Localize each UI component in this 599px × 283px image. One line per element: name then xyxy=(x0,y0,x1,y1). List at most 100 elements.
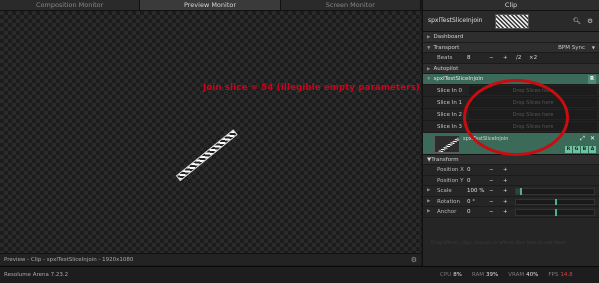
anchor-plus-button[interactable]: + xyxy=(503,207,508,218)
reset-button[interactable]: R xyxy=(588,75,596,84)
status-bar: Resolume Arena 7.23.2 CPU 8% RAM 39% VRAM 4… xyxy=(0,266,599,283)
bpm-sync-dropdown[interactable]: BPM Sync xyxy=(558,43,585,54)
performance-stats: CPU 8% RAM 39% VRAM 40% FPS 14.8 xyxy=(440,267,573,283)
position-x-value[interactable]: 0 xyxy=(467,165,471,176)
anchor-label: Anchor xyxy=(437,209,457,215)
slice-in-row: Slice In 1 Drop Slices here xyxy=(423,96,599,109)
section-dashboard[interactable]: ▶ Dashboard xyxy=(423,32,599,43)
app-version: Resolume Arena 7.23.2 xyxy=(4,272,69,278)
beats-minus-button[interactable]: − xyxy=(489,53,494,64)
expand-triangle-icon[interactable]: ▶ xyxy=(427,186,430,197)
anchor-slider[interactable] xyxy=(515,209,595,216)
position-x-minus-button[interactable]: − xyxy=(489,165,494,176)
fps-value: 14.8 xyxy=(560,272,573,278)
rotation-label: Rotation xyxy=(437,198,461,205)
rotation-value[interactable]: 0 ° xyxy=(467,197,475,208)
cpu-value: 8% xyxy=(453,272,462,278)
beats-div2-button[interactable]: /2 xyxy=(516,53,521,64)
scale-slider-knob[interactable] xyxy=(519,188,522,195)
tab-screen-monitor[interactable]: Screen Monitor xyxy=(281,0,421,10)
position-x-plus-button[interactable]: + xyxy=(503,165,508,176)
section-autopilot[interactable]: ▶ Autopilot xyxy=(423,63,599,74)
section-label: Dashboard xyxy=(433,34,464,40)
slice-in-label: Slice In 1 xyxy=(437,99,463,106)
ram-label: RAM xyxy=(471,272,485,278)
anchor-slider-knob[interactable] xyxy=(555,209,557,216)
section-label: Transform xyxy=(431,156,459,163)
beats-value[interactable]: 8 xyxy=(467,53,471,64)
effect-header[interactable]: spxlTestSliceInjoin ⤢ ✕ R G B A xyxy=(423,132,599,155)
scale-row: ▶ Scale 100 % − + xyxy=(423,186,599,197)
channel-g-button[interactable]: G xyxy=(573,145,580,153)
close-icon[interactable]: ✕ xyxy=(590,135,595,143)
slice-in-row: Slice In 3 Drop Slices here xyxy=(423,120,599,133)
clip-panel: Clip spxlTestSliceInjoin 🔍︎ ⚙ ▶ Dashboard… xyxy=(422,0,599,266)
position-y-plus-button[interactable]: + xyxy=(503,176,508,187)
scale-value[interactable]: 100 % xyxy=(467,186,484,197)
rotation-row: ▶ Rotation 0 ° − + xyxy=(423,196,599,208)
clip-header: spxlTestSliceInjoin 🔍︎ ⚙ xyxy=(423,11,599,32)
position-y-row: Position Y 0 − + xyxy=(423,175,599,187)
scale-minus-button[interactable]: − xyxy=(489,186,494,197)
section-effect-source[interactable]: ▼ spxlTestSliceInjoin R xyxy=(423,74,599,85)
tab-preview-monitor[interactable]: Preview Monitor xyxy=(140,0,281,10)
scale-slider[interactable] xyxy=(515,188,595,195)
position-x-label: Position X xyxy=(437,167,464,173)
expand-triangle-icon[interactable]: ▶ xyxy=(427,207,430,218)
panel-title: Clip xyxy=(423,0,599,11)
edit-icon[interactable]: ⤢ xyxy=(580,135,585,143)
slice-drop-zone[interactable]: Drop Slices here xyxy=(469,121,597,131)
slice-in-label: Slice In 0 xyxy=(437,87,463,94)
position-y-label: Position Y xyxy=(437,177,464,184)
preview-slice-stroke xyxy=(175,129,238,182)
rotation-plus-button[interactable]: + xyxy=(503,197,508,208)
monitor-tabs: Composition Monitor Preview Monitor Scre… xyxy=(0,0,421,11)
section-transform[interactable]: ▼Transform xyxy=(423,154,599,165)
effect-name: spxlTestSliceInjoin xyxy=(463,135,509,142)
rgba-channels: R G B A xyxy=(565,145,596,153)
anchor-value[interactable]: 0 xyxy=(467,207,471,218)
beats-row: Beats 8 − + /2 ×2 xyxy=(423,53,599,64)
slice-in-row: Slice In 2 Drop Slices here xyxy=(423,108,599,121)
clip-thumbnail[interactable] xyxy=(495,14,529,29)
scale-plus-button[interactable]: + xyxy=(503,186,508,197)
anchor-minus-button[interactable]: − xyxy=(489,207,494,218)
beats-mul2-button[interactable]: ×2 xyxy=(529,53,537,64)
slice-drop-zone[interactable]: Drop Slices here xyxy=(469,109,597,119)
slice-drop-zone[interactable]: Drop Slices here xyxy=(469,85,597,95)
expand-triangle-icon: ▶ xyxy=(427,35,431,40)
collapse-triangle-icon: ▼ xyxy=(427,77,431,82)
fps-label: FPS xyxy=(548,272,559,278)
slice-in-label: Slice In 2 xyxy=(437,111,463,118)
scale-label: Scale xyxy=(437,188,452,194)
section-label: Transport xyxy=(433,44,460,51)
rotation-slider-knob[interactable] xyxy=(555,198,557,205)
beats-plus-button[interactable]: + xyxy=(503,53,508,64)
tab-composition-monitor[interactable]: Composition Monitor xyxy=(0,0,141,10)
ram-value: 39% xyxy=(486,272,499,278)
position-y-minus-button[interactable]: − xyxy=(489,176,494,187)
slice-in-row: Slice In 0 Drop Slices here xyxy=(423,84,599,97)
expand-triangle-icon[interactable]: ▶ xyxy=(427,197,430,208)
section-label: spxlTestSliceInjoin xyxy=(433,76,484,82)
channel-r-button[interactable]: R xyxy=(565,145,572,153)
annotation-text: Join slice = 54 (illegible empty paramet… xyxy=(203,83,420,93)
effect-thumbnail xyxy=(434,134,460,153)
preview-status-bar: Preview - Clip - spxlTestSliceInjoin - 1… xyxy=(0,253,421,265)
collapse-triangle-icon: ▼ xyxy=(427,45,431,51)
section-transport[interactable]: ▼ Transport BPM Sync ▼ xyxy=(423,42,599,54)
cpu-label: CPU xyxy=(440,272,452,278)
gear-icon[interactable]: ⚙ xyxy=(411,254,417,266)
rotation-slider[interactable] xyxy=(515,198,595,205)
position-y-value[interactable]: 0 xyxy=(467,176,471,187)
drop-hint: Drag effects, clips, sources or effects … xyxy=(431,241,566,246)
rotation-minus-button[interactable]: − xyxy=(489,197,494,208)
slice-drop-zone[interactable]: Drop Slices here xyxy=(469,97,597,107)
vram-label: VRAM xyxy=(508,272,525,278)
search-icon[interactable]: 🔍︎ xyxy=(573,17,581,25)
slice-in-label: Slice In 3 xyxy=(437,123,463,130)
gear-icon[interactable]: ⚙ xyxy=(587,17,593,25)
channel-b-button[interactable]: B xyxy=(581,145,588,153)
channel-a-button[interactable]: A xyxy=(589,145,596,153)
preview-canvas[interactable] xyxy=(0,11,421,253)
